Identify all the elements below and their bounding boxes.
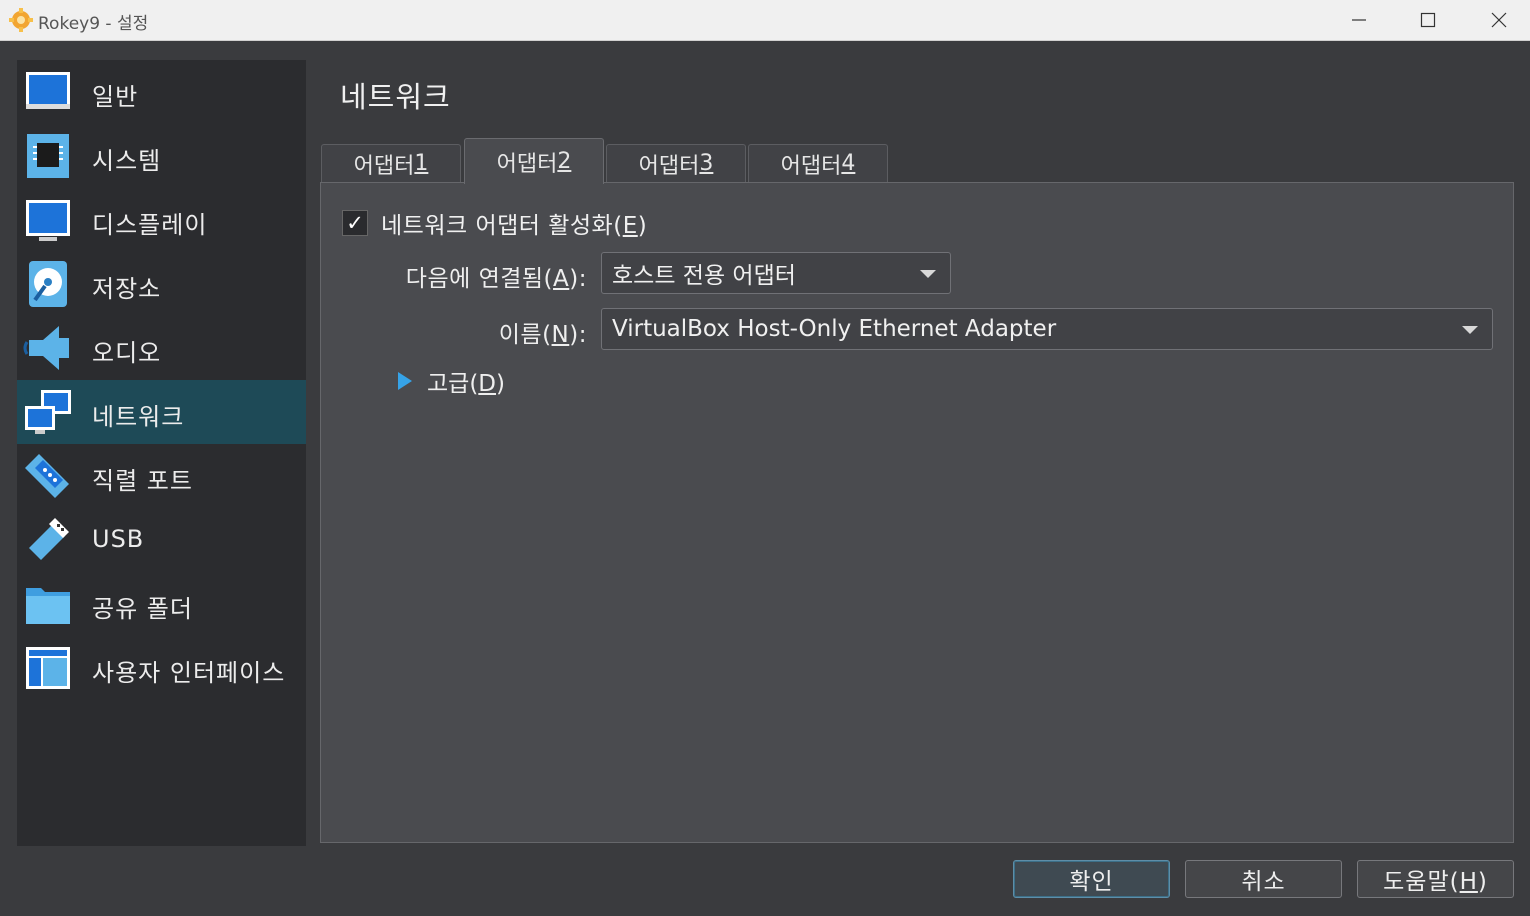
sidebar-item-user-interface[interactable]: 사용자 인터페이스 <box>17 636 306 700</box>
sidebar-item-shared-folders[interactable]: 공유 폴더 <box>17 572 306 636</box>
label-text: 다음에 연결됨( <box>405 266 554 292</box>
tab-adapter-3[interactable]: 어댑터 3 <box>606 144 746 182</box>
attached-to-value: 호스트 전용 어댑터 <box>612 263 796 289</box>
advanced-toggle[interactable]: 고급(D) <box>398 364 505 398</box>
minimize-icon <box>1352 19 1366 21</box>
tab-adapter-1[interactable]: 어댑터 1 <box>321 144 461 182</box>
button-label: 확인 <box>1069 869 1114 895</box>
check-icon: ✓ <box>346 211 364 235</box>
sidebar-item-label: 직렬 포트 <box>92 467 193 495</box>
sidebar-item-audio[interactable]: 오디오 <box>17 316 306 380</box>
tab-label: 어댑터 <box>638 153 700 179</box>
sidebar-item-label: 네트워크 <box>92 403 185 431</box>
cancel-button[interactable]: 취소 <box>1185 860 1342 898</box>
title-bar: Rokey9 - 설정 <box>0 0 1530 41</box>
sidebar-item-label: 오디오 <box>92 339 162 367</box>
tab-adapter-4[interactable]: 어댑터 4 <box>748 144 888 182</box>
sidebar-item-general[interactable]: 일반 <box>17 60 306 124</box>
tab-mnemonic: 1 <box>414 151 429 176</box>
mnemonic: E <box>622 213 638 239</box>
sidebar-item-label: USB <box>92 525 145 553</box>
user-interface-icon <box>26 647 70 689</box>
expand-triangle-icon <box>398 372 412 390</box>
display-icon <box>26 200 70 241</box>
tab-label: 어댑터 <box>496 151 558 177</box>
label-text: 이름( <box>498 322 552 348</box>
label-text: ) <box>1477 869 1488 895</box>
chevron-down-icon <box>1462 326 1478 334</box>
name-select[interactable]: VirtualBox Host-Only Ethernet Adapter <box>601 308 1493 350</box>
sidebar-item-label: 사용자 인터페이스 <box>92 659 286 687</box>
tab-label: 어댑터 <box>780 153 842 179</box>
sidebar-item-label: 시스템 <box>92 147 162 175</box>
maximize-icon <box>1420 12 1436 28</box>
speaker-icon <box>23 326 69 370</box>
storage-disk-icon <box>29 261 67 307</box>
mnemonic: N <box>551 322 570 348</box>
gear-icon <box>9 8 33 32</box>
sidebar-item-storage[interactable]: 저장소 <box>17 252 306 316</box>
attached-to-label: 다음에 연결됨(A): <box>406 259 587 293</box>
label-text: 고급( <box>427 371 479 397</box>
label-text: ): <box>569 266 587 292</box>
label-text: 네트워크 어댑터 활성화( <box>381 213 623 239</box>
settings-sidebar: 일반 시스템 디스플레이 저장소 오디오 네트워크 직렬 포트 USB 공유 폴… <box>17 60 306 846</box>
serial-port-icon <box>25 454 69 498</box>
sidebar-item-display[interactable]: 디스플레이 <box>17 188 306 252</box>
close-button[interactable] <box>1476 4 1522 36</box>
sidebar-item-network[interactable]: 네트워크 <box>17 380 306 444</box>
help-button[interactable]: 도움말(H) <box>1357 860 1514 898</box>
window-title: Rokey9 - 설정 <box>38 14 149 34</box>
enable-adapter-label: 네트워크 어댑터 활성화(E) <box>381 206 647 240</box>
enable-adapter-row: ✓ 네트워크 어댑터 활성화(E) <box>342 206 647 240</box>
label-text: ) <box>637 213 648 239</box>
label-text: ) <box>496 371 505 397</box>
tab-mnemonic: 3 <box>699 151 714 176</box>
page-title: 네트워크 <box>340 80 451 114</box>
label-text: ): <box>569 322 587 348</box>
sidebar-item-label: 일반 <box>92 83 139 111</box>
general-monitor-icon <box>26 72 70 109</box>
close-icon <box>1491 12 1507 28</box>
usb-icon <box>29 518 69 560</box>
mnemonic: A <box>553 266 570 292</box>
ok-button[interactable]: 확인 <box>1013 860 1170 898</box>
sidebar-item-usb[interactable]: USB <box>17 508 306 572</box>
maximize-button[interactable] <box>1405 4 1451 36</box>
sidebar-item-serial-port[interactable]: 직렬 포트 <box>17 444 306 508</box>
name-label: 이름(N): <box>499 315 587 349</box>
tab-label: 어댑터 <box>353 153 415 179</box>
mnemonic: H <box>1459 869 1478 895</box>
network-icon <box>25 390 71 434</box>
sidebar-item-system[interactable]: 시스템 <box>17 124 306 188</box>
sidebar-item-label: 저장소 <box>92 275 162 303</box>
sidebar-item-label: 디스플레이 <box>92 211 208 239</box>
chip-icon <box>27 134 69 178</box>
minimize-button[interactable] <box>1336 4 1382 36</box>
tab-mnemonic: 2 <box>557 149 572 174</box>
attached-to-select[interactable]: 호스트 전용 어댑터 <box>601 252 951 294</box>
advanced-label: 고급(D) <box>427 364 505 398</box>
name-value: VirtualBox Host-Only Ethernet Adapter <box>612 316 1057 342</box>
label-text: 도움말( <box>1383 869 1460 895</box>
mnemonic: D <box>478 371 497 397</box>
button-label: 취소 <box>1241 869 1286 895</box>
sidebar-item-label: 공유 폴더 <box>92 595 193 623</box>
tab-adapter-2[interactable]: 어댑터 2 <box>464 138 604 184</box>
tab-mnemonic: 4 <box>841 151 856 176</box>
button-label: 도움말(H) <box>1383 862 1488 896</box>
enable-adapter-checkbox[interactable]: ✓ <box>342 210 368 236</box>
folder-icon <box>26 588 70 624</box>
chevron-down-icon <box>920 270 936 278</box>
